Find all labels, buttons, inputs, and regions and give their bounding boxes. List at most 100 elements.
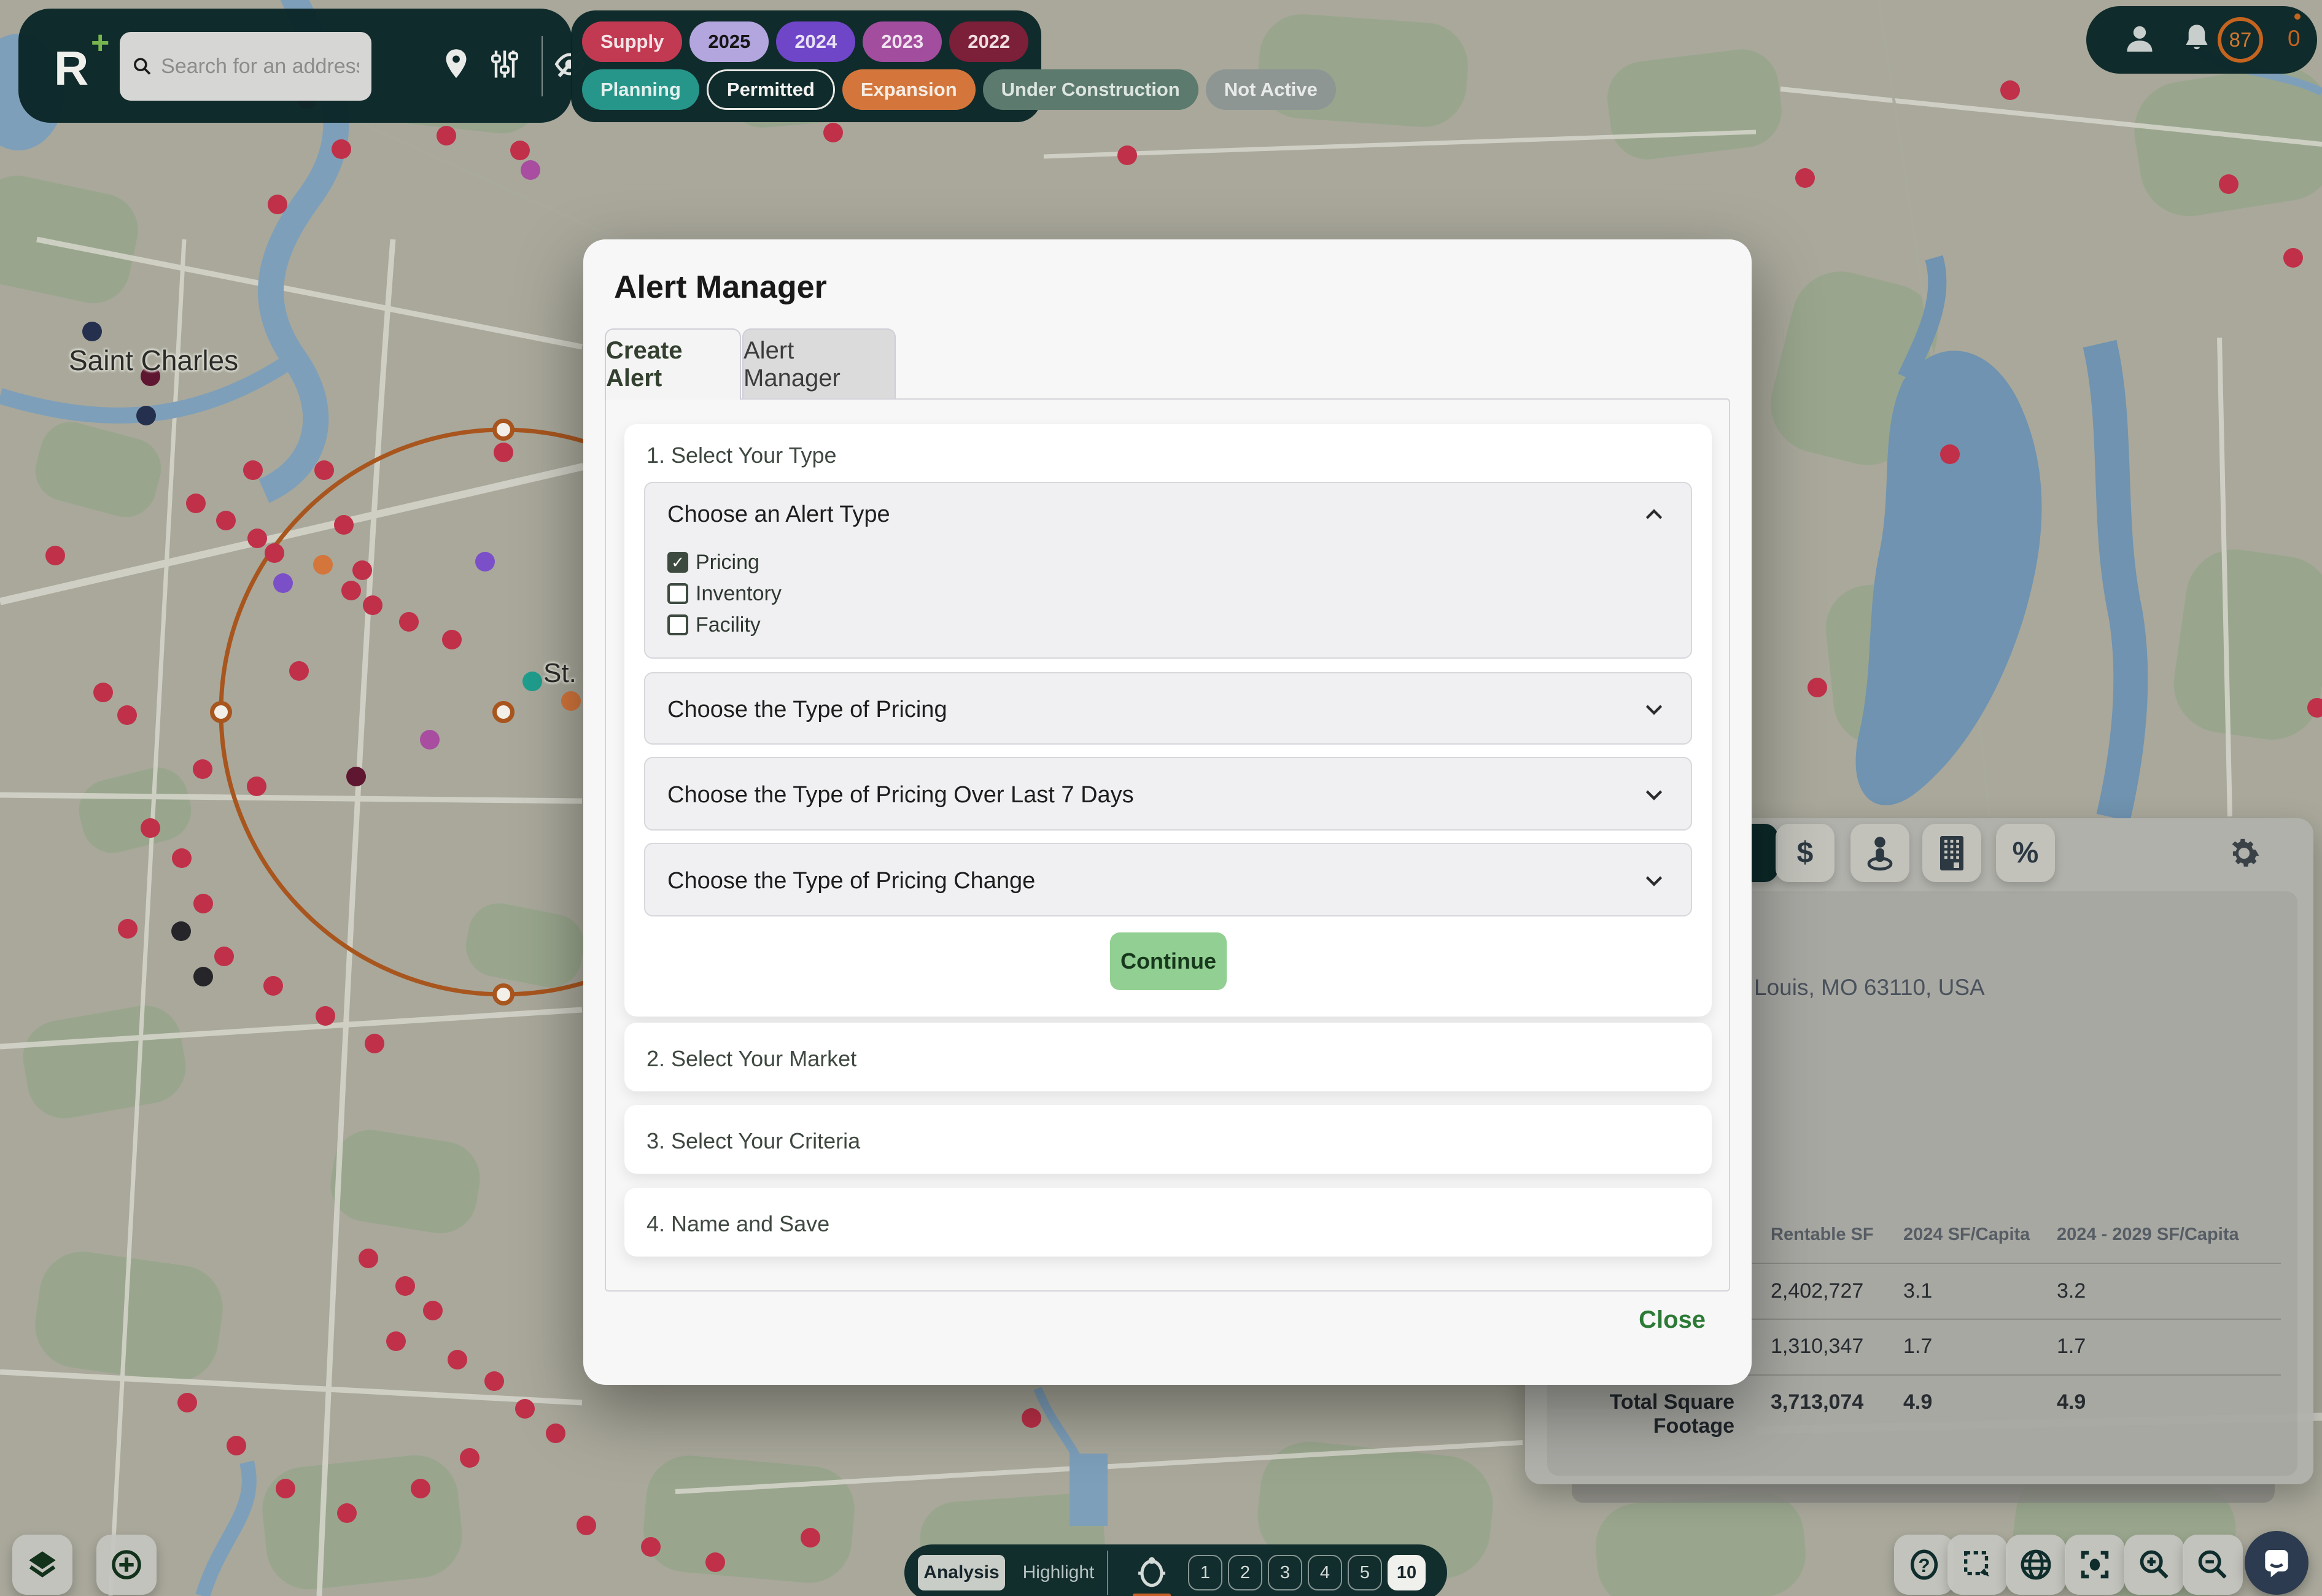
person-pin-icon[interactable] bbox=[1850, 824, 1909, 882]
facility-dot[interactable] bbox=[823, 123, 843, 142]
facility-dot[interactable] bbox=[334, 515, 354, 535]
dropdown-pricing-7days[interactable]: Choose the Type of Pricing Over Last 7 D… bbox=[644, 757, 1692, 831]
facility-dot[interactable] bbox=[82, 322, 102, 341]
percent-icon[interactable]: % bbox=[1996, 824, 2055, 882]
facility-dot[interactable] bbox=[363, 595, 382, 615]
section-2-card[interactable]: 2. Select Your Market bbox=[624, 1023, 1712, 1091]
facility-dot[interactable] bbox=[332, 139, 351, 159]
facility-dot[interactable] bbox=[352, 560, 372, 580]
checkbox-facility[interactable] bbox=[667, 614, 688, 635]
facility-dot[interactable] bbox=[171, 921, 191, 941]
dollar-icon[interactable]: $ bbox=[1776, 824, 1835, 882]
facility-dot[interactable] bbox=[136, 406, 156, 425]
facility-dot[interactable] bbox=[247, 777, 266, 796]
facility-dot[interactable] bbox=[346, 767, 366, 786]
filter-pill-under-construction[interactable]: Under Construction bbox=[983, 69, 1198, 110]
facility-dot[interactable] bbox=[313, 555, 333, 575]
analysis-button[interactable]: Analysis bbox=[918, 1555, 1005, 1590]
facility-dot[interactable] bbox=[577, 1516, 596, 1535]
ring-handle[interactable] bbox=[492, 701, 514, 723]
facility-dot[interactable] bbox=[521, 160, 540, 180]
facility-dot[interactable] bbox=[515, 1399, 535, 1419]
facility-dot[interactable] bbox=[423, 1301, 443, 1320]
recenter-button[interactable] bbox=[2065, 1535, 2125, 1595]
dropdown-pricing-type[interactable]: Choose the Type of Pricing bbox=[644, 672, 1692, 745]
credits-ring[interactable]: 87 bbox=[2218, 17, 2263, 63]
filter-pill-permitted[interactable]: Permitted bbox=[707, 69, 835, 110]
facility-dot[interactable] bbox=[247, 529, 267, 548]
facility-dot[interactable] bbox=[420, 730, 440, 750]
facility-dot[interactable] bbox=[273, 573, 293, 593]
help-button[interactable]: ? bbox=[1894, 1535, 1954, 1595]
facility-dot[interactable] bbox=[386, 1331, 406, 1351]
facility-dot[interactable] bbox=[522, 672, 542, 691]
filter-pill-2024[interactable]: 2024 bbox=[776, 21, 855, 62]
highlight-button[interactable]: Highlight bbox=[1019, 1555, 1098, 1590]
facility-dot[interactable] bbox=[316, 1006, 335, 1026]
facility-dot[interactable] bbox=[1795, 168, 1815, 188]
filter-pill-2023[interactable]: 2023 bbox=[863, 21, 942, 62]
facility-dot[interactable] bbox=[2000, 80, 2020, 100]
ring-handle[interactable] bbox=[210, 701, 232, 723]
facility-dot[interactable] bbox=[193, 759, 212, 779]
checkbox-inventory[interactable] bbox=[667, 583, 688, 604]
facility-dot[interactable] bbox=[442, 630, 462, 649]
facility-dot[interactable] bbox=[177, 1393, 197, 1412]
facility-dot[interactable] bbox=[227, 1436, 246, 1455]
notification-count[interactable]: 0 bbox=[2288, 26, 2301, 52]
facility-dot[interactable] bbox=[193, 894, 213, 913]
facility-dot[interactable] bbox=[118, 919, 138, 939]
filter-pill-expansion[interactable]: Expansion bbox=[842, 69, 976, 110]
facility-dot[interactable] bbox=[289, 661, 309, 681]
facility-dot[interactable] bbox=[216, 511, 236, 530]
tab-alert-manager[interactable]: Alert Manager bbox=[742, 328, 896, 400]
chevron-down-icon[interactable] bbox=[1642, 782, 1666, 810]
facility-dot[interactable] bbox=[2307, 698, 2322, 718]
facility-dot[interactable] bbox=[314, 460, 334, 480]
facility-dot[interactable] bbox=[705, 1552, 725, 1572]
user-icon[interactable] bbox=[2122, 21, 2157, 60]
zoom-out-button[interactable] bbox=[2183, 1535, 2243, 1595]
gear-icon[interactable] bbox=[2225, 834, 2263, 875]
facility-dot[interactable] bbox=[337, 1503, 357, 1523]
location-pin-icon[interactable] bbox=[443, 48, 469, 83]
radius-tool-icon[interactable] bbox=[1133, 1554, 1171, 1595]
chevron-down-icon[interactable] bbox=[1642, 868, 1666, 896]
facility-dot[interactable] bbox=[475, 552, 495, 571]
facility-dot[interactable] bbox=[1117, 145, 1137, 165]
facility-dot[interactable] bbox=[561, 691, 581, 711]
facility-dot[interactable] bbox=[641, 1537, 661, 1557]
continue-button[interactable]: Continue bbox=[1110, 932, 1227, 990]
chevron-up-icon[interactable] bbox=[1642, 503, 1666, 530]
facility-dot[interactable] bbox=[276, 1479, 295, 1498]
alert-type-panel[interactable]: Choose an Alert Type ✓PricingInventoryFa… bbox=[644, 482, 1692, 659]
filter-pill-planning[interactable]: Planning bbox=[582, 69, 699, 110]
section-4-card[interactable]: 4. Name and Save bbox=[624, 1188, 1712, 1257]
facility-dot[interactable] bbox=[448, 1350, 467, 1369]
ring-handle[interactable] bbox=[492, 419, 514, 441]
section-3-card[interactable]: 3. Select Your Criteria bbox=[624, 1105, 1712, 1174]
facility-dot[interactable] bbox=[214, 947, 234, 966]
select-area-button[interactable] bbox=[1947, 1535, 2008, 1595]
facility-dot[interactable] bbox=[93, 683, 113, 702]
facility-dot[interactable] bbox=[186, 494, 206, 513]
facility-dot[interactable] bbox=[1940, 444, 1960, 464]
radius-button-1[interactable]: 1 bbox=[1188, 1555, 1222, 1590]
facility-dot[interactable] bbox=[359, 1249, 378, 1268]
radius-button-10[interactable]: 10 bbox=[1388, 1555, 1426, 1590]
facility-dot[interactable] bbox=[243, 460, 263, 480]
filter-pill-supply[interactable]: Supply bbox=[582, 21, 682, 62]
facility-dot[interactable] bbox=[801, 1528, 820, 1548]
checkbox-pricing[interactable]: ✓ bbox=[667, 552, 688, 573]
add-button[interactable] bbox=[96, 1535, 157, 1595]
chevron-down-icon[interactable] bbox=[1642, 697, 1666, 724]
tab-create-alert[interactable]: Create Alert bbox=[605, 328, 741, 400]
facility-dot[interactable] bbox=[172, 848, 192, 868]
facility-dot[interactable] bbox=[265, 543, 284, 563]
close-button[interactable]: Close bbox=[1639, 1306, 1706, 1334]
dropdown-pricing-change[interactable]: Choose the Type of Pricing Change bbox=[644, 843, 1692, 916]
facility-dot[interactable] bbox=[365, 1034, 384, 1053]
filter-sliders-icon[interactable] bbox=[490, 48, 519, 83]
filter-pill-not-active[interactable]: Not Active bbox=[1206, 69, 1336, 110]
radius-button-5[interactable]: 5 bbox=[1348, 1555, 1382, 1590]
